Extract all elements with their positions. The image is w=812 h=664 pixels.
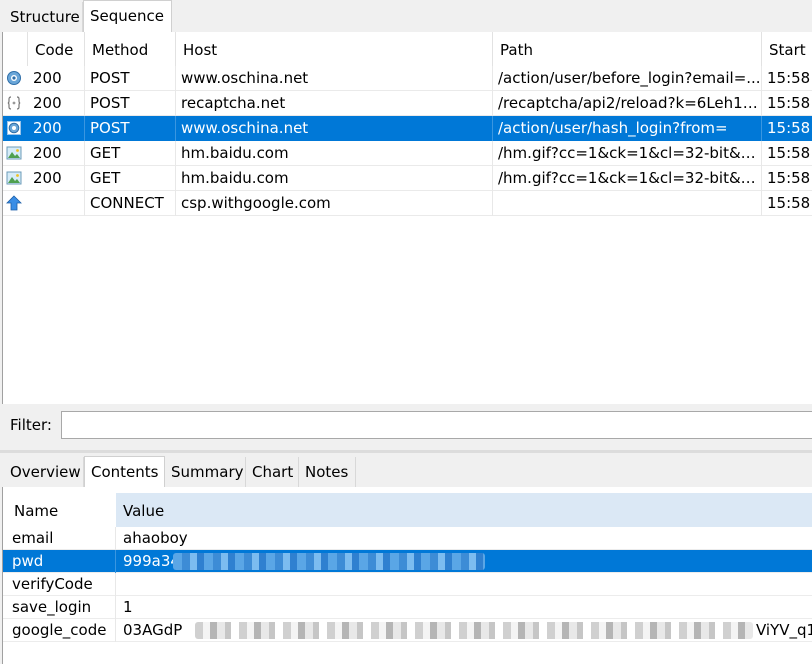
header-path[interactable]: Path [493, 32, 762, 66]
detail-value: ahaoboy [123, 529, 188, 547]
cell-start: 15:58: [767, 194, 812, 212]
redacted-mosaic [173, 553, 485, 570]
tab-overview[interactable]: Overview [4, 457, 84, 487]
detail-value-end: ViYV_q16lo5RSAFsy [756, 621, 812, 639]
cell-code: 200 [28, 91, 85, 116]
image-icon [6, 146, 22, 160]
detail-row[interactable]: save_login 1 [3, 596, 812, 619]
panel-splitter[interactable] [0, 450, 812, 453]
contents-table: Name Value email ahaoboy pwd 999a34c ver… [2, 487, 812, 664]
top-tab-bar: Structure Sequence [0, 0, 812, 32]
image-icon [6, 171, 22, 185]
detail-name: google_code [5, 619, 116, 642]
cell-start: 15:58: [767, 169, 812, 187]
cell-host: hm.baidu.com [176, 166, 493, 191]
cell-start: 15:58: [767, 119, 812, 137]
tab-chart[interactable]: Chart [246, 457, 299, 487]
header-code[interactable]: Code [28, 32, 85, 66]
cell-method: GET [85, 141, 176, 166]
cell-code: 200 [28, 116, 85, 141]
cell-code: 200 [28, 66, 85, 91]
detail-row[interactable]: google_code 03AGdP ViYV_q16lo5RSAFsy [3, 619, 812, 642]
header-start[interactable]: Start [762, 32, 812, 66]
detail-row[interactable]: verifyCode [3, 573, 812, 596]
tab-notes[interactable]: Notes [299, 457, 356, 487]
tab-summary[interactable]: Summary [165, 457, 246, 487]
globe-request-icon [7, 121, 21, 135]
cell-method: POST [85, 66, 176, 91]
header-method[interactable]: Method [85, 32, 176, 66]
cell-host: csp.withgoogle.com [176, 191, 493, 216]
cell-host: www.oschina.net [176, 116, 493, 141]
cell-host: www.oschina.net [176, 66, 493, 91]
cell-path: /hm.gif?cc=1&ck=1&cl=32-bit&d... [493, 166, 762, 191]
cell-method: GET [85, 166, 176, 191]
detail-row[interactable]: email ahaoboy [3, 527, 812, 550]
detail-name: verifyCode [5, 573, 116, 596]
script-request-icon [7, 96, 21, 110]
table-row[interactable]: 200 GET hm.baidu.com /hm.gif?cc=1&ck=1&c… [3, 141, 812, 166]
table-row[interactable]: 200 GET hm.baidu.com /hm.gif?cc=1&ck=1&c… [3, 166, 812, 191]
table-row[interactable]: 200 POST www.oschina.net /action/user/be… [3, 66, 812, 91]
cell-method: CONNECT [85, 191, 176, 216]
cell-start: 15:58: [767, 69, 812, 87]
header-icon-column[interactable] [3, 32, 28, 66]
upload-arrow-icon [6, 195, 22, 211]
detail-row-selected[interactable]: pwd 999a34c [3, 550, 812, 573]
globe-request-icon [7, 71, 21, 85]
cell-path: /action/user/before_login?email=... [493, 66, 762, 91]
cell-code: 200 [28, 141, 85, 166]
header-name[interactable]: Name [7, 493, 116, 527]
cell-code [28, 191, 85, 216]
cell-path [493, 191, 762, 216]
cell-path: /action/user/hash_login?from= [493, 116, 762, 141]
detail-tab-bar: Overview Contents Summary Chart Notes [0, 456, 812, 487]
tab-structure[interactable]: Structure [4, 2, 83, 32]
filter-input[interactable] [61, 411, 812, 439]
cell-method: POST [85, 91, 176, 116]
detail-value [116, 573, 812, 596]
detail-name: pwd [5, 550, 116, 573]
table-row[interactable]: 200 POST recaptcha.net /recaptcha/api2/r… [3, 91, 812, 116]
filter-label: Filter: [10, 416, 52, 434]
cell-host: hm.baidu.com [176, 141, 493, 166]
table-row[interactable]: CONNECT csp.withgoogle.com 15:58: [3, 191, 812, 216]
cell-path: /hm.gif?cc=1&ck=1&cl=32-bit&d... [493, 141, 762, 166]
detail-value-start: 03AGdP [123, 621, 183, 639]
cell-code: 200 [28, 166, 85, 191]
header-value[interactable]: Value [116, 493, 812, 527]
tab-contents[interactable]: Contents [84, 456, 165, 487]
cell-start: 15:58: [767, 144, 812, 162]
header-host[interactable]: Host [176, 32, 493, 66]
session-table: Code Method Host Path Start 200 POST www… [2, 32, 812, 404]
cell-start: 15:58: [767, 94, 812, 112]
cell-method: POST [85, 116, 176, 141]
detail-name: save_login [5, 596, 116, 619]
cell-path: /recaptcha/api2/reload?k=6Leh1X... [493, 91, 762, 116]
redacted-mosaic [195, 622, 753, 639]
table-row-selected[interactable]: 200 POST www.oschina.net /action/user/ha… [3, 116, 812, 141]
detail-value: 1 [123, 598, 133, 616]
tab-sequence[interactable]: Sequence [83, 0, 172, 32]
detail-name: email [5, 527, 116, 550]
cell-host: recaptcha.net [176, 91, 493, 116]
